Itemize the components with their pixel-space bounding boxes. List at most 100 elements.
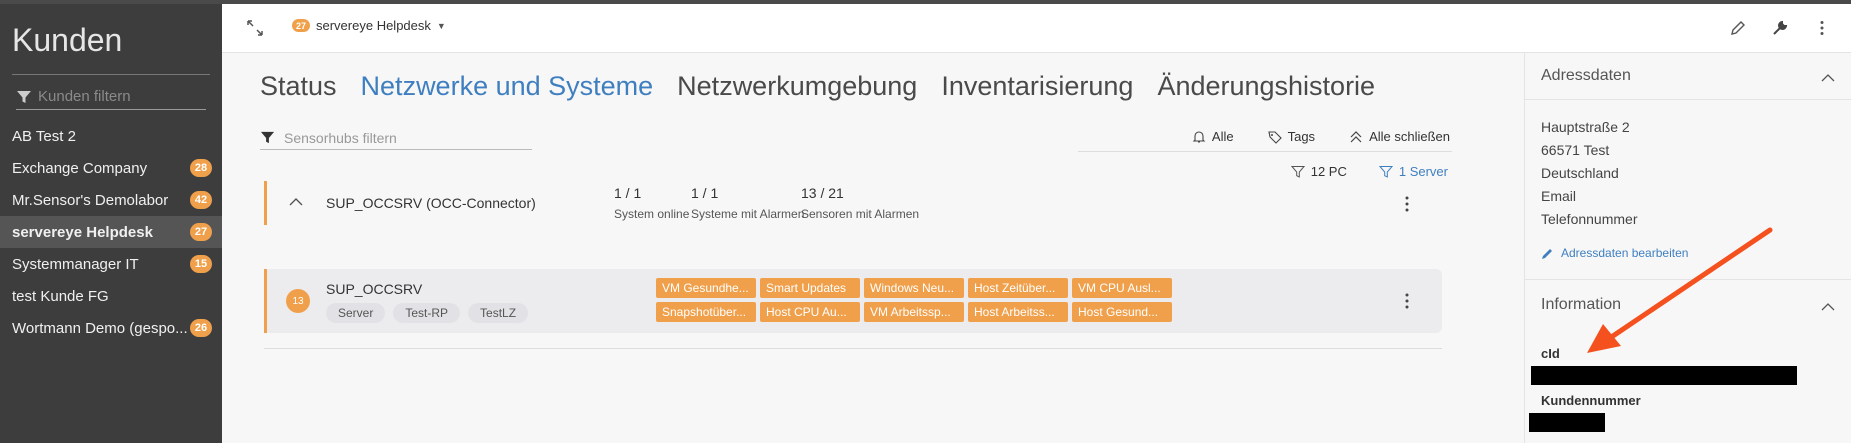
more-vertical-icon[interactable] (1405, 196, 1409, 212)
address-line: Deutschland (1541, 165, 1619, 181)
customer-label: AB Test 2 (12, 127, 76, 145)
filter-icon (1290, 165, 1305, 178)
redacted-cid-value (1531, 366, 1797, 385)
stat-label: Sensoren mit Alarmen (801, 207, 920, 221)
customer-label: Mr.Sensor's Demolabor (12, 191, 169, 209)
chevron-up-icon[interactable] (1821, 302, 1835, 312)
stat-sensors-with-alarms: 13 / 21 Sensoren mit Alarmen (801, 185, 919, 221)
alarm-count-badge: 15 (190, 255, 212, 273)
alarm-chip[interactable]: Snapshotüber... (656, 302, 756, 322)
customer-filter-input[interactable] (38, 88, 198, 105)
filter-icon (17, 90, 31, 103)
tag-chip: TestLZ (468, 303, 529, 323)
tag-chip: Test-RP (393, 303, 461, 323)
stat-label: Systeme mit Alarmen (691, 207, 805, 221)
wrench-icon[interactable] (1771, 19, 1789, 37)
address-line: Hauptstraße 2 (1541, 119, 1630, 135)
list-divider (264, 348, 1442, 349)
customer-item-mr-sensor[interactable]: Mr.Sensor's Demolabor 42 (0, 184, 222, 216)
stat-system-online: 1 / 1 System online (614, 185, 689, 221)
cid-label: cId (1541, 346, 1560, 361)
system-name: SUP_OCCSRV (326, 281, 423, 297)
close-all-button[interactable]: Alle schließen (1349, 129, 1450, 144)
alarm-chip[interactable]: Windows Neu... (864, 278, 964, 298)
alarm-chip[interactable]: Host Zeitüber... (968, 278, 1068, 298)
expand-icon[interactable] (246, 19, 264, 37)
customer-item-wortmann-demo[interactable]: Wortmann Demo (gespo... 26 (0, 312, 222, 344)
pc-filter-button[interactable]: 12 PC (1290, 164, 1347, 179)
group-name: SUP_OCCSRV (OCC-Connector) (326, 195, 536, 211)
server-filter-label: 1 Server (1398, 164, 1448, 179)
customer-item-servereye-helpdesk[interactable]: servereye Helpdesk 27 (0, 216, 222, 248)
alarm-count-badge: 26 (190, 319, 212, 337)
stat-value: 13 / 21 (801, 185, 844, 201)
alarm-chip[interactable]: Smart Updates (760, 278, 860, 298)
sidebar-divider (12, 74, 210, 75)
pencil-icon[interactable] (1729, 19, 1747, 37)
alarm-chip[interactable]: Host Gesund... (1072, 302, 1172, 322)
all-notifications-button[interactable]: Alle (1192, 129, 1234, 144)
tab-aenderungshistorie[interactable]: Änderungshistorie (1157, 71, 1375, 102)
customer-label: Systemmanager IT (12, 255, 139, 273)
alarm-count-badge: 28 (190, 159, 212, 177)
customer-item-ab-test-2[interactable]: AB Test 2 (0, 120, 222, 152)
address-line: 66571 Test (1541, 142, 1610, 158)
company-name: servereye Helpdesk (316, 18, 431, 33)
server-filter-button[interactable]: 1 Server (1378, 164, 1448, 179)
sidebar-title: Kunden (12, 22, 123, 58)
tag-chip: Server (326, 303, 386, 323)
chevron-up-icon[interactable] (1821, 73, 1835, 83)
customer-list: AB Test 2 Exchange Company 28 Mr.Sensor'… (0, 120, 222, 344)
sensorhub-group-row[interactable]: SUP_OCCSRV (OCC-Connector) 1 / 1 System … (264, 181, 1442, 227)
section-divider (1525, 99, 1851, 100)
company-selector[interactable]: 27 servereye Helpdesk ▼ (292, 18, 446, 33)
customer-filter (16, 84, 206, 110)
tab-status[interactable]: Status (260, 71, 337, 102)
alarm-chip[interactable]: Host Arbeitss... (968, 302, 1068, 322)
tab-netzwerke-und-systeme[interactable]: Netzwerke und Systeme (361, 71, 654, 102)
topbar-actions (1729, 19, 1831, 37)
customer-number-label: Kundennummer (1541, 393, 1641, 408)
tag-icon (1267, 130, 1282, 144)
customer-item-systemmanager-it[interactable]: Systemmanager IT 15 (0, 248, 222, 280)
customer-label: servereye Helpdesk (12, 223, 153, 241)
tab-inventarisierung[interactable]: Inventarisierung (941, 71, 1133, 102)
chevrons-up-icon (1350, 130, 1362, 142)
tags-label: Tags (1287, 129, 1316, 144)
stat-systems-with-alarms: 1 / 1 Systeme mit Alarmen (691, 185, 804, 221)
customer-label: Exchange Company (12, 159, 148, 177)
sensorhub-filter-input[interactable] (284, 129, 524, 146)
alarm-chip[interactable]: VM Gesundhe... (656, 278, 756, 298)
system-row[interactable]: 13 SUP_OCCSRV Server Test-RP TestLZ VM G… (264, 269, 1442, 333)
pc-filter-label: 12 PC (1310, 164, 1347, 179)
filter-icon (1378, 165, 1393, 178)
system-tags: Server Test-RP TestLZ (326, 303, 529, 323)
address-line: Email (1541, 188, 1577, 204)
caret-down-icon: ▼ (436, 20, 446, 31)
alarm-count-badge: 42 (190, 191, 212, 209)
bell-icon (1192, 130, 1206, 143)
chevron-up-icon[interactable] (288, 195, 304, 209)
alarm-chip[interactable]: VM Arbeitssp... (864, 302, 964, 322)
list-toolbar: Alle Tags Alle schließen (1078, 122, 1452, 152)
address-block: Hauptstraße 2 66571 Test Deutschland Ema… (1541, 116, 1638, 231)
customer-item-test-kunde-fg[interactable]: test Kunde FG (0, 280, 222, 312)
status-bar (264, 269, 267, 333)
stat-label: System online (614, 207, 690, 221)
alarm-chip[interactable]: Host CPU Au... (760, 302, 860, 322)
customer-label: test Kunde FG (12, 287, 109, 305)
status-bar (264, 181, 267, 225)
tags-button[interactable]: Tags (1267, 129, 1316, 144)
filter-icon (260, 131, 275, 144)
alarm-chip[interactable]: VM CPU Ausl... (1072, 278, 1172, 298)
more-vertical-icon[interactable] (1405, 293, 1409, 309)
alarm-list: VM Gesundhe... Smart Updates Windows Neu… (656, 278, 1216, 322)
sensorhub-filter (260, 126, 532, 150)
tab-bar: Status Netzwerke und Systeme Netzwerkumg… (260, 71, 1375, 102)
company-alarm-badge: 27 (292, 19, 310, 32)
more-vertical-icon[interactable] (1813, 19, 1831, 37)
alarm-count-badge: 27 (190, 223, 212, 241)
tab-netzwerkumgebung[interactable]: Netzwerkumgebung (677, 71, 917, 102)
customer-item-exchange-company[interactable]: Exchange Company 28 (0, 152, 222, 184)
stat-value: 1 / 1 (614, 185, 642, 201)
